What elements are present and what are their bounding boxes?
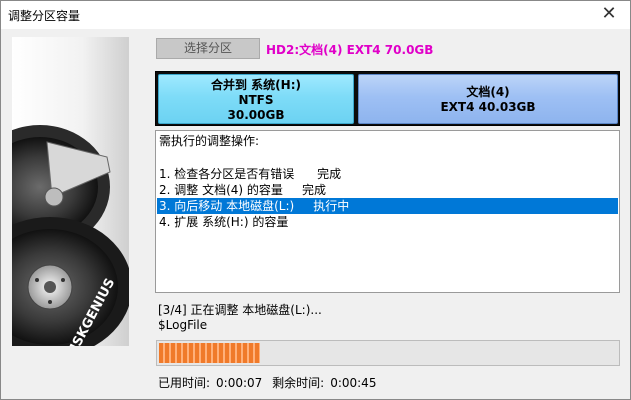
operations-header: 需执行的调整操作: bbox=[159, 134, 260, 148]
title-bar[interactable]: 调整分区容量 ✕ bbox=[1, 1, 630, 29]
close-button[interactable]: ✕ bbox=[592, 2, 626, 28]
list-item[interactable]: 4. 扩展 系统(H:) 的容量 bbox=[157, 214, 618, 230]
status-step: [3/4] 正在调整 本地磁盘(L:)... bbox=[158, 303, 322, 317]
partition-block-documents[interactable]: 文档(4) EXT4 40.03GB bbox=[358, 74, 618, 124]
partition-fs-size: EXT4 40.03GB bbox=[440, 100, 536, 114]
partition-block-system[interactable]: 合并到 系统(H:) NTFS 30.00GB bbox=[158, 74, 354, 124]
progress-bar bbox=[156, 340, 620, 366]
remaining-label: 剩余时间: bbox=[272, 376, 325, 390]
partition-map: 合并到 系统(H:) NTFS 30.00GB 文档(4) EXT4 40.03… bbox=[155, 71, 620, 126]
status-file: $LogFile bbox=[158, 318, 208, 332]
remaining-value: 0:00:45 bbox=[330, 376, 377, 390]
progress-fill bbox=[159, 343, 260, 363]
hard-disk-illustration: DISKGENIUS bbox=[12, 125, 129, 346]
list-item-selected[interactable]: 3. 向后移动 本地磁盘(L:) 执行中 bbox=[157, 198, 618, 214]
partition-size: 30.00GB bbox=[227, 108, 285, 122]
partition-name: 合并到 系统(H:) bbox=[211, 78, 301, 92]
time-info: 已用时间: 0:00:07 剩余时间: 0:00:45 bbox=[158, 374, 382, 391]
list-item[interactable]: 1. 检查各分区是否有错误 完成 bbox=[157, 166, 618, 182]
select-partition-button[interactable]: 选择分区 bbox=[156, 38, 260, 59]
partition-fs: NTFS bbox=[238, 93, 274, 107]
target-partition-label: HD2:文档(4) EXT4 70.0GB bbox=[266, 43, 434, 57]
elapsed-label: 已用时间: bbox=[158, 376, 211, 390]
window-title: 调整分区容量 bbox=[8, 9, 81, 23]
adjust-partition-dialog: 调整分区容量 ✕ DISKGENIUS 选择分区 HD2:文档(4) EXT4 … bbox=[0, 0, 631, 400]
operations-list[interactable]: 需执行的调整操作: 1. 检查各分区是否有错误 完成 2. 调整 文档(4) 的… bbox=[155, 130, 620, 293]
partition-name: 文档(4) bbox=[466, 85, 510, 99]
list-item[interactable]: 2. 调整 文档(4) 的容量 完成 bbox=[157, 182, 618, 198]
diskgenius-banner: DISKGENIUS bbox=[12, 37, 129, 346]
elapsed-value: 0:00:07 bbox=[216, 376, 263, 390]
